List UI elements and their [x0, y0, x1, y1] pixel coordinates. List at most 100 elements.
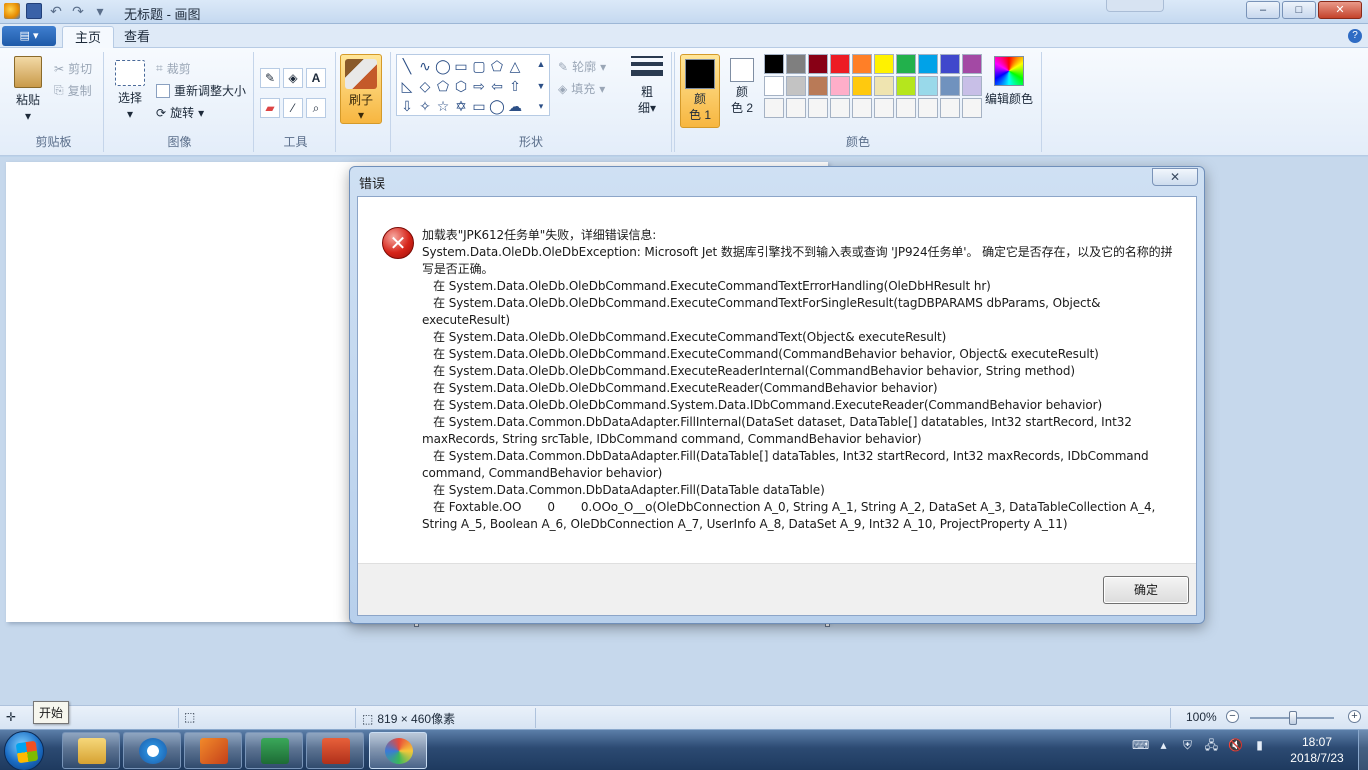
- volume-muted-icon[interactable]: 🔇: [1228, 738, 1243, 753]
- resize-button[interactable]: 重新调整大小: [156, 82, 246, 99]
- gallery-expand-icon[interactable]: ▾: [533, 99, 549, 113]
- down-arrow-shape-icon[interactable]: ⇩: [399, 99, 415, 113]
- brushes-button[interactable]: 刷子 ▾: [340, 54, 382, 124]
- palette-swatch[interactable]: [786, 98, 806, 118]
- rounded-rectangle-shape-icon[interactable]: ▢: [471, 59, 487, 73]
- oval-shape-icon[interactable]: ◯: [435, 59, 451, 73]
- tab-view[interactable]: 查看: [112, 26, 162, 48]
- curve-shape-icon[interactable]: ∿: [417, 59, 433, 73]
- close-button[interactable]: ✕: [1318, 1, 1362, 19]
- text-icon[interactable]: A: [306, 68, 326, 88]
- dialog-close-button[interactable]: ✕: [1152, 168, 1198, 186]
- fill-bucket-icon[interactable]: ◈: [283, 68, 303, 88]
- palette-swatch[interactable]: [896, 54, 916, 74]
- cut-button[interactable]: ✂ 剪切: [54, 60, 92, 77]
- taskbar-ie[interactable]: [123, 732, 181, 769]
- application-menu-button[interactable]: ▤ ▾: [2, 26, 56, 46]
- rotate-button[interactable]: ⟳ 旋转 ▾: [156, 104, 204, 121]
- triangle-shape-icon[interactable]: △: [507, 59, 523, 73]
- network-icon[interactable]: 🖧: [1204, 738, 1219, 753]
- rounded-callout-shape-icon[interactable]: ▭: [471, 99, 487, 113]
- gallery-scroll-down-icon[interactable]: ▼: [533, 79, 549, 93]
- palette-swatch[interactable]: [962, 76, 982, 96]
- palette-swatch[interactable]: [808, 98, 828, 118]
- hexagon-shape-icon[interactable]: ⬡: [453, 79, 469, 93]
- undo-icon[interactable]: ↶: [48, 3, 64, 19]
- palette-swatch[interactable]: [940, 54, 960, 74]
- palette-swatch[interactable]: [896, 76, 916, 96]
- diamond-shape-icon[interactable]: ◇: [417, 79, 433, 93]
- save-icon[interactable]: [26, 3, 42, 19]
- cloud-callout-shape-icon[interactable]: ☁: [507, 99, 523, 113]
- taskbar-foxtable[interactable]: [184, 732, 242, 769]
- six-point-star-shape-icon[interactable]: ✡: [453, 99, 469, 113]
- palette-swatch[interactable]: [896, 98, 916, 118]
- palette-swatch[interactable]: [852, 98, 872, 118]
- outline-button[interactable]: ✎ 轮廓 ▾: [558, 58, 606, 75]
- polygon-shape-icon[interactable]: ⬠: [489, 59, 505, 73]
- palette-swatch[interactable]: [786, 54, 806, 74]
- palette-swatch[interactable]: [852, 76, 872, 96]
- palette-swatch[interactable]: [874, 76, 894, 96]
- size-button[interactable]: 粗 细▾: [628, 56, 666, 116]
- start-button[interactable]: [4, 731, 44, 770]
- fill-button[interactable]: ◈ 填充 ▾: [558, 80, 605, 97]
- four-point-star-shape-icon[interactable]: ✧: [417, 99, 433, 113]
- tab-home[interactable]: 主页: [62, 26, 115, 48]
- minimize-button[interactable]: –: [1246, 1, 1280, 19]
- eraser-icon[interactable]: ▰: [260, 98, 280, 118]
- power-icon[interactable]: ▮: [1252, 738, 1267, 753]
- five-point-star-shape-icon[interactable]: ☆: [435, 99, 451, 113]
- taskbar-paint[interactable]: [369, 732, 427, 769]
- zoom-slider-thumb[interactable]: [1289, 711, 1297, 725]
- taskbar-excel[interactable]: [245, 732, 303, 769]
- clock[interactable]: 18:07 2018/7/23: [1278, 734, 1356, 766]
- palette-swatch[interactable]: [830, 54, 850, 74]
- pentagon-shape-icon[interactable]: ⬠: [435, 79, 451, 93]
- pencil-icon[interactable]: ✎: [260, 68, 280, 88]
- copy-button[interactable]: ⎘ 复制: [54, 82, 92, 99]
- palette-swatch[interactable]: [764, 54, 784, 74]
- zoom-in-button[interactable]: +: [1348, 710, 1361, 723]
- redo-icon[interactable]: ↷: [70, 3, 86, 19]
- taskbar-presentation[interactable]: [306, 732, 364, 769]
- palette-swatch[interactable]: [852, 54, 872, 74]
- zoom-out-button[interactable]: −: [1226, 710, 1239, 723]
- color1-button[interactable]: 颜 色 1: [680, 54, 720, 128]
- line-shape-icon[interactable]: ╲: [399, 59, 415, 73]
- palette-swatch[interactable]: [940, 98, 960, 118]
- up-arrow-shape-icon[interactable]: ⇧: [507, 79, 523, 93]
- right-triangle-shape-icon[interactable]: ◺: [399, 79, 415, 93]
- palette-swatch[interactable]: [808, 54, 828, 74]
- palette-swatch[interactable]: [962, 98, 982, 118]
- maximize-button[interactable]: □: [1282, 1, 1316, 19]
- palette-swatch[interactable]: [918, 76, 938, 96]
- customize-toolbar-icon[interactable]: ▾: [92, 3, 108, 19]
- palette-swatch[interactable]: [830, 76, 850, 96]
- palette-swatch[interactable]: [940, 76, 960, 96]
- ok-button[interactable]: 确定: [1103, 576, 1189, 604]
- right-arrow-shape-icon[interactable]: ⇨: [471, 79, 487, 93]
- left-arrow-shape-icon[interactable]: ⇦: [489, 79, 505, 93]
- palette-swatch[interactable]: [874, 98, 894, 118]
- palette-swatch[interactable]: [918, 54, 938, 74]
- palette-swatch[interactable]: [918, 98, 938, 118]
- keyboard-icon[interactable]: ⌨: [1132, 738, 1149, 753]
- palette-swatch[interactable]: [874, 54, 894, 74]
- gallery-scroll-up-icon[interactable]: ▲: [533, 57, 549, 71]
- show-desktop-button[interactable]: [1358, 730, 1368, 770]
- paste-button[interactable]: 粘贴 ▾: [10, 56, 46, 124]
- palette-swatch[interactable]: [764, 98, 784, 118]
- edit-colors-button[interactable]: 编辑颜色: [984, 56, 1034, 107]
- color2-button[interactable]: 颜 色 2: [722, 54, 762, 128]
- rectangle-shape-icon[interactable]: ▭: [453, 59, 469, 73]
- oval-callout-shape-icon[interactable]: ◯: [489, 99, 505, 113]
- paint-app-icon[interactable]: [4, 3, 20, 19]
- crop-button[interactable]: ⌗ 裁剪: [156, 60, 191, 77]
- palette-swatch[interactable]: [764, 76, 784, 96]
- magnifier-icon[interactable]: ⌕: [306, 98, 326, 118]
- security-shield-icon[interactable]: ⛨: [1180, 738, 1195, 753]
- select-button[interactable]: 选择 ▾: [112, 60, 148, 122]
- palette-swatch[interactable]: [808, 76, 828, 96]
- palette-swatch[interactable]: [830, 98, 850, 118]
